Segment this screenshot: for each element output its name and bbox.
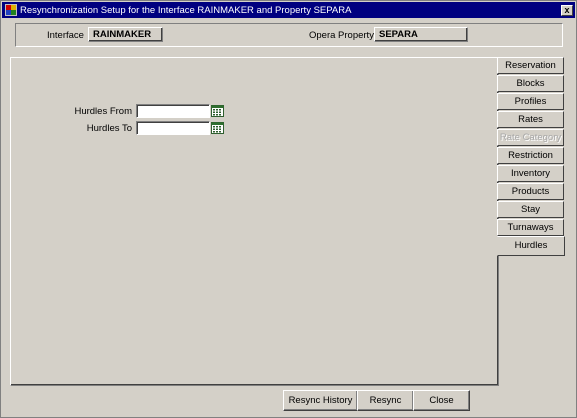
hurdles-from-input[interactable]: [136, 104, 210, 118]
tab-rates[interactable]: Rates: [497, 111, 564, 128]
tab-reservation[interactable]: Reservation: [497, 57, 564, 74]
opera-property-value: SEPARA: [374, 27, 468, 42]
tab-restriction[interactable]: Restriction: [497, 147, 564, 164]
tab-hurdles[interactable]: Hurdles: [497, 236, 565, 256]
hurdles-from-label: Hurdles From: [74, 106, 132, 117]
tab-rate-category: Rate Category: [497, 129, 564, 146]
hurdles-tab-panel: Hurdles From Hurdles To: [10, 57, 499, 386]
hurdles-to-label: Hurdles To: [86, 123, 132, 134]
interface-value: RAINMAKER: [88, 27, 163, 42]
window-close-button[interactable]: x: [561, 4, 573, 16]
close-button[interactable]: Close: [413, 390, 470, 411]
resync-button[interactable]: Resync: [357, 390, 414, 411]
tab-products[interactable]: Products: [497, 183, 564, 200]
hurdles-from-calendar-icon[interactable]: [211, 105, 224, 117]
app-icon[interactable]: [5, 4, 17, 16]
tab-turnaways[interactable]: Turnaways: [497, 219, 564, 236]
opera-property-label: Opera Property: [309, 30, 374, 41]
resync-history-button[interactable]: Resync History: [283, 390, 358, 411]
title-bar[interactable]: Resynchronization Setup for the Interfac…: [2, 2, 575, 18]
resync-setup-window: Resynchronization Setup for the Interfac…: [0, 0, 577, 418]
tab-profiles[interactable]: Profiles: [497, 93, 564, 110]
tab-inventory[interactable]: Inventory: [497, 165, 564, 182]
header-panel: Interface RAINMAKER Opera Property SEPAR…: [15, 23, 563, 47]
hurdles-to-input[interactable]: [136, 121, 210, 135]
tab-blocks[interactable]: Blocks: [497, 75, 564, 92]
tab-stay[interactable]: Stay: [497, 201, 564, 218]
window-title: Resynchronization Setup for the Interfac…: [20, 4, 352, 16]
interface-label: Interface: [47, 30, 84, 41]
hurdles-to-calendar-icon[interactable]: [211, 122, 224, 134]
